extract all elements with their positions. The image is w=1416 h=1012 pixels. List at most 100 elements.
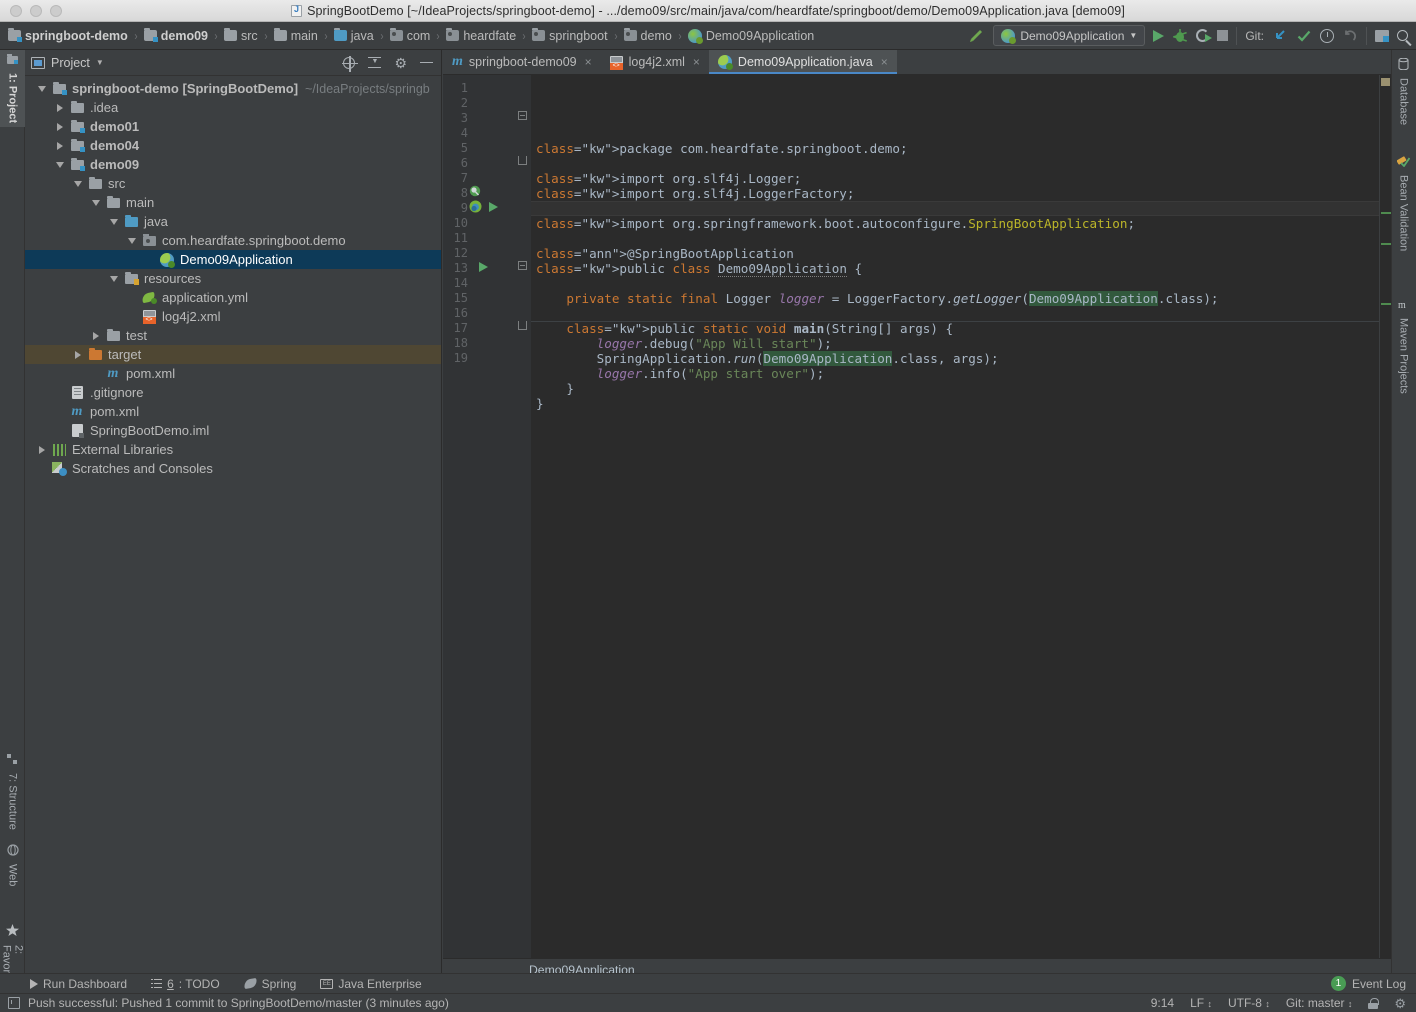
tree-twisty[interactable]	[87, 199, 105, 206]
rollback-icon[interactable]	[1342, 28, 1358, 44]
run-icon[interactable]	[1153, 29, 1165, 42]
tree-node[interactable]: m pom.xml	[25, 402, 441, 421]
editor-tab-bar[interactable]: mspringboot-demo09×log4j2.xml×Demo09Appl…	[443, 50, 1391, 75]
breadcrumb-item-demo[interactable]: demo	[623, 28, 672, 43]
close-icon[interactable]: ×	[585, 55, 592, 69]
sidebar-item-maven-projects[interactable]: m Maven Projects	[1391, 295, 1416, 398]
fold-marker-method-end[interactable]	[518, 321, 527, 330]
debug-icon[interactable]	[1172, 28, 1188, 44]
breadcrumb-item-java[interactable]: java	[333, 28, 374, 43]
stop-icon[interactable]	[1217, 30, 1229, 41]
tree-node[interactable]: .gitignore	[25, 383, 441, 402]
search-everywhere-icon[interactable]	[1397, 30, 1408, 41]
code-viewport[interactable]: 1 2 3 4 5 6 7 8 9 10 11 12 13 14 15 16 17 18 19 class="kw"…	[443, 75, 1391, 958]
tree-node[interactable]: Scratches and Consoles	[25, 459, 441, 478]
module-settings-icon[interactable]	[1375, 29, 1389, 42]
chevron-right-icon[interactable]	[93, 331, 99, 340]
fold-marker-imports[interactable]	[518, 111, 527, 120]
read-only-toggle-icon[interactable]	[1368, 997, 1380, 1009]
line-separator-widget[interactable]: LF ↕	[1190, 996, 1212, 1010]
chevron-down-icon[interactable]: ▼	[96, 58, 104, 67]
tree-node[interactable]: log4j2.xml	[25, 307, 441, 326]
tree-twisty[interactable]	[51, 103, 69, 112]
tree-node[interactable]: External Libraries	[25, 440, 441, 459]
fold-marker-imports-end[interactable]	[518, 156, 527, 165]
vcs-change-marker[interactable]	[1381, 212, 1391, 214]
hammer-icon[interactable]	[967, 27, 985, 45]
tree-twisty[interactable]	[123, 237, 141, 244]
tool-window-spring[interactable]: Spring	[232, 977, 309, 991]
chevron-down-icon[interactable]	[38, 85, 46, 92]
settings-gear-icon[interactable]: ⚙	[394, 56, 407, 70]
tree-twisty[interactable]	[33, 445, 51, 454]
tree-node[interactable]: demo04	[25, 136, 441, 155]
sidebar-item-web[interactable]: Web	[0, 840, 25, 890]
chevron-down-icon[interactable]	[128, 237, 136, 244]
caret-position-widget[interactable]: 9:14	[1151, 996, 1174, 1010]
hector-inspection-icon[interactable]: ⚙	[1394, 997, 1406, 1010]
tree-node[interactable]: main	[25, 193, 441, 212]
tool-window-todo[interactable]: 6: TODO	[139, 977, 232, 991]
tree-node[interactable]: Demo09Application	[25, 250, 441, 269]
vcs-change-marker[interactable]	[1381, 303, 1391, 305]
tree-twisty[interactable]	[69, 350, 87, 359]
chevron-right-icon[interactable]	[57, 141, 63, 150]
vcs-change-marker[interactable]	[1381, 243, 1391, 245]
history-icon[interactable]	[1320, 28, 1334, 43]
sidebar-item-database[interactable]: Database	[1391, 54, 1416, 129]
tree-twisty[interactable]	[33, 85, 51, 92]
chevron-down-icon[interactable]	[110, 218, 118, 225]
tree-node[interactable]: SpringBootDemo.iml	[25, 421, 441, 440]
editor-gutter[interactable]: 1 2 3 4 5 6 7 8 9 10 11 12 13 14 15 16 17 18 19	[443, 75, 515, 958]
tree-node[interactable]: target	[25, 345, 441, 364]
close-icon[interactable]: ×	[881, 55, 888, 69]
tree-node[interactable]: .idea	[25, 98, 441, 117]
tree-node[interactable]: src	[25, 174, 441, 193]
tree-twisty[interactable]	[105, 275, 123, 282]
tree-node[interactable]: resources	[25, 269, 441, 288]
breadcrumb-item-springboot[interactable]: springboot	[532, 28, 608, 43]
sidebar-item-bean-validation[interactable]: Bean Validation	[1391, 150, 1416, 255]
breadcrumb-item-src[interactable]: src	[224, 28, 258, 43]
breadcrumb-item-heardfate[interactable]: heardfate	[446, 28, 516, 43]
tree-twisty[interactable]	[87, 331, 105, 340]
fold-marker-method[interactable]	[518, 261, 527, 270]
breadcrumb-item-demo09[interactable]: demo09	[143, 28, 208, 43]
close-icon[interactable]: ×	[693, 55, 700, 69]
tree-node[interactable]: java	[25, 212, 441, 231]
tree-twisty[interactable]	[69, 180, 87, 187]
chevron-right-icon[interactable]	[57, 122, 63, 131]
tool-window-run-dashboard[interactable]: Run Dashboard	[0, 977, 139, 991]
run-with-coverage-icon[interactable]	[1196, 29, 1213, 42]
chevron-down-icon[interactable]	[92, 199, 100, 206]
chevron-right-icon[interactable]	[75, 350, 81, 359]
encoding-widget[interactable]: UTF-8 ↕	[1228, 996, 1270, 1010]
sidebar-item-structure[interactable]: 7: Structure	[0, 750, 25, 834]
event-log-button[interactable]: 1 Event Log	[1330, 976, 1416, 991]
tree-node[interactable]: application.yml	[25, 288, 441, 307]
breadcrumb-item-demo09application[interactable]: Demo09Application	[687, 28, 814, 44]
chevron-down-icon[interactable]	[74, 180, 82, 187]
git-branch-widget[interactable]: Git: master ↕	[1286, 996, 1353, 1010]
editor-tab-demo09application-java[interactable]: Demo09Application.java ×	[708, 50, 897, 74]
breadcrumb-item-main[interactable]: main	[273, 28, 318, 43]
tree-twisty[interactable]	[51, 161, 69, 168]
collapse-all-icon[interactable]	[368, 56, 382, 69]
tree-node[interactable]: demo01	[25, 117, 441, 136]
status-message-area[interactable]: Push successful: Pushed 1 commit to Spri…	[0, 996, 449, 1010]
chevron-down-icon[interactable]	[110, 275, 118, 282]
breadcrumb[interactable]: springboot-demo › demo09 › src › main › java › com…	[0, 28, 814, 44]
run-configuration-selector[interactable]: Demo09Application ▼	[993, 25, 1146, 46]
hide-icon[interactable]	[420, 61, 433, 64]
tree-node[interactable]: test	[25, 326, 441, 345]
editor-tab-log4j2-xml[interactable]: log4j2.xml ×	[601, 50, 709, 74]
tree-twisty[interactable]	[105, 218, 123, 225]
chevron-right-icon[interactable]	[57, 103, 63, 112]
project-tree[interactable]: springboot-demo [SpringBootDemo] ~/IdeaPr…	[25, 76, 441, 980]
sidebar-item-project[interactable]: 1: Project	[0, 50, 25, 128]
chevron-down-icon[interactable]	[56, 161, 64, 168]
code-folding-column[interactable]	[515, 75, 531, 958]
chevron-right-icon[interactable]	[39, 445, 45, 454]
tree-node[interactable]: m pom.xml	[25, 364, 441, 383]
tree-node[interactable]: springboot-demo [SpringBootDemo] ~/IdeaPr…	[25, 79, 441, 98]
